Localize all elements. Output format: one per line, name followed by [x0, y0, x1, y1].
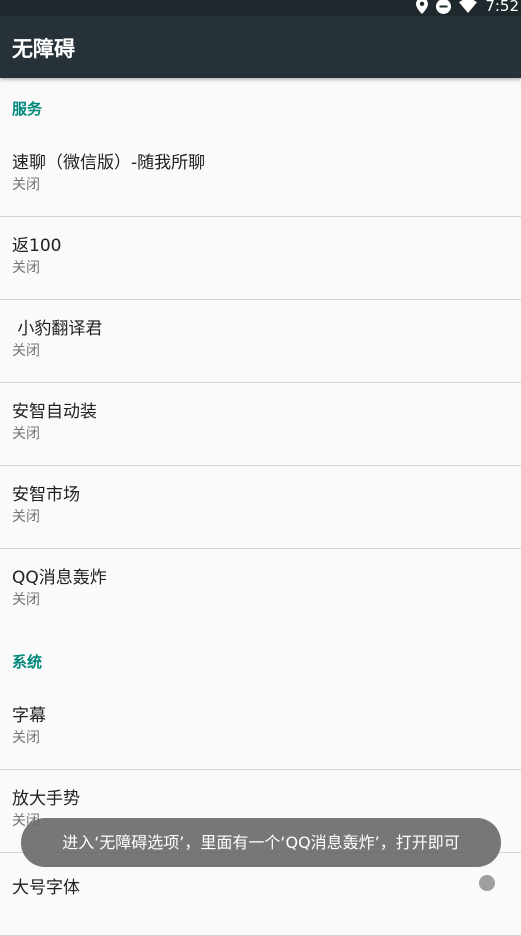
service-item-anzhi-autoinstall[interactable]: 安智自动装 关闭 [0, 383, 521, 466]
pref-summary: 关闭 [12, 592, 40, 608]
service-item-anzhi-market[interactable]: 安智市场 关闭 [0, 466, 521, 549]
pref-summary: 关闭 [12, 509, 40, 525]
location-icon [416, 0, 429, 14]
toast-message: 进入‘无障碍选项’，里面有一个‘QQ消息轰炸’，打开即可 [21, 818, 501, 867]
section-header-label: 服务 [12, 100, 43, 118]
page-title: 无障碍 [12, 37, 75, 61]
status-bar: 7:52 [0, 0, 521, 16]
section-header-services: 服务 [0, 78, 521, 134]
pref-title: 小豹翻译君 [12, 319, 103, 339]
service-item-xiaobao-translator[interactable]: 小豹翻译君 关闭 [0, 300, 521, 383]
large-text-switch[interactable] [479, 875, 495, 891]
pref-title: 安智自动装 [12, 402, 97, 422]
pref-title: 返100 [12, 236, 62, 256]
service-item-suliao[interactable]: 速聊（微信版）-随我所聊 关闭 [0, 134, 521, 217]
status-icons: 7:52 [416, 0, 519, 15]
service-item-fan100[interactable]: 返100 关闭 [0, 217, 521, 300]
service-item-qq-bomb[interactable]: QQ消息轰炸 关闭 [0, 549, 521, 631]
pref-summary: 关闭 [12, 177, 40, 193]
pref-summary: 关闭 [12, 730, 40, 746]
section-header-label: 系统 [12, 653, 43, 671]
preference-list: 服务 速聊（微信版）-随我所聊 关闭 返100 关闭 小豹翻译君 关闭 安智自动… [0, 78, 521, 936]
pref-title: 字幕 [12, 706, 46, 726]
system-item-captions[interactable]: 字幕 关闭 [0, 687, 521, 770]
status-time: 7:52 [485, 0, 519, 15]
do-not-disturb-icon [436, 0, 452, 14]
pref-title: 安智市场 [12, 485, 80, 505]
pref-summary: 关闭 [12, 426, 40, 442]
pref-summary: 关闭 [12, 343, 40, 359]
section-header-system: 系统 [0, 631, 521, 687]
pref-summary: 关闭 [12, 260, 40, 276]
pref-title: QQ消息轰炸 [12, 568, 107, 588]
pref-title: 放大手势 [12, 789, 80, 809]
pref-title: 速聊（微信版）-随我所聊 [12, 153, 206, 173]
pref-title: 大号字体 [12, 878, 80, 898]
app-bar: 无障碍 [0, 16, 521, 78]
wifi-icon [459, 0, 478, 13]
